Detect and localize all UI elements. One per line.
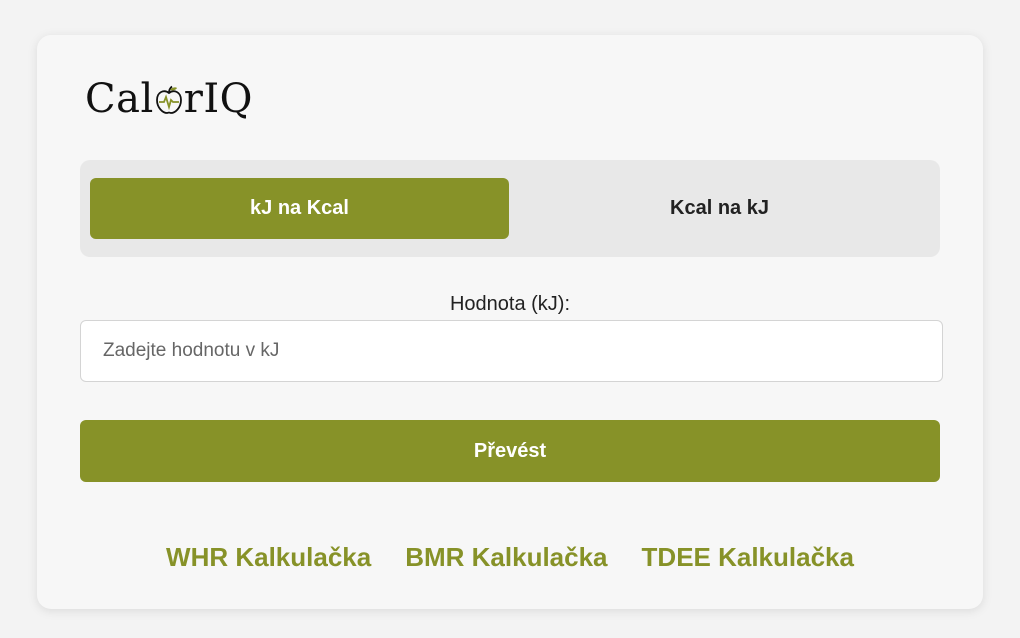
- whr-calculator-link[interactable]: WHR Kalkulačka: [166, 542, 371, 573]
- calorIQ-logo[interactable]: Cal rIQ: [85, 75, 253, 123]
- value-input[interactable]: [80, 320, 943, 382]
- value-label: Hodnota (kJ):: [449, 293, 571, 315]
- converter-card: Cal rIQ kJ na Kcal Kcal na kJ Hodnota (k…: [37, 35, 983, 609]
- conversion-mode-toggle: kJ na Kcal Kcal na kJ: [80, 160, 940, 257]
- kcal-to-kj-tab[interactable]: Kcal na kJ: [510, 178, 929, 239]
- tdee-calculator-link[interactable]: TDEE Kalkulačka: [642, 542, 854, 573]
- convert-button[interactable]: Převést: [80, 420, 940, 482]
- logo-suffix: rIQ: [183, 76, 253, 122]
- logo-prefix: Cal: [85, 76, 154, 122]
- kj-to-kcal-tab[interactable]: kJ na Kcal: [90, 178, 509, 239]
- calculator-links: WHR Kalkulačka BMR Kalkulačka TDEE Kalku…: [37, 542, 983, 573]
- apple-heartbeat-icon: [155, 85, 182, 114]
- bmr-calculator-link[interactable]: BMR Kalkulačka: [405, 542, 607, 573]
